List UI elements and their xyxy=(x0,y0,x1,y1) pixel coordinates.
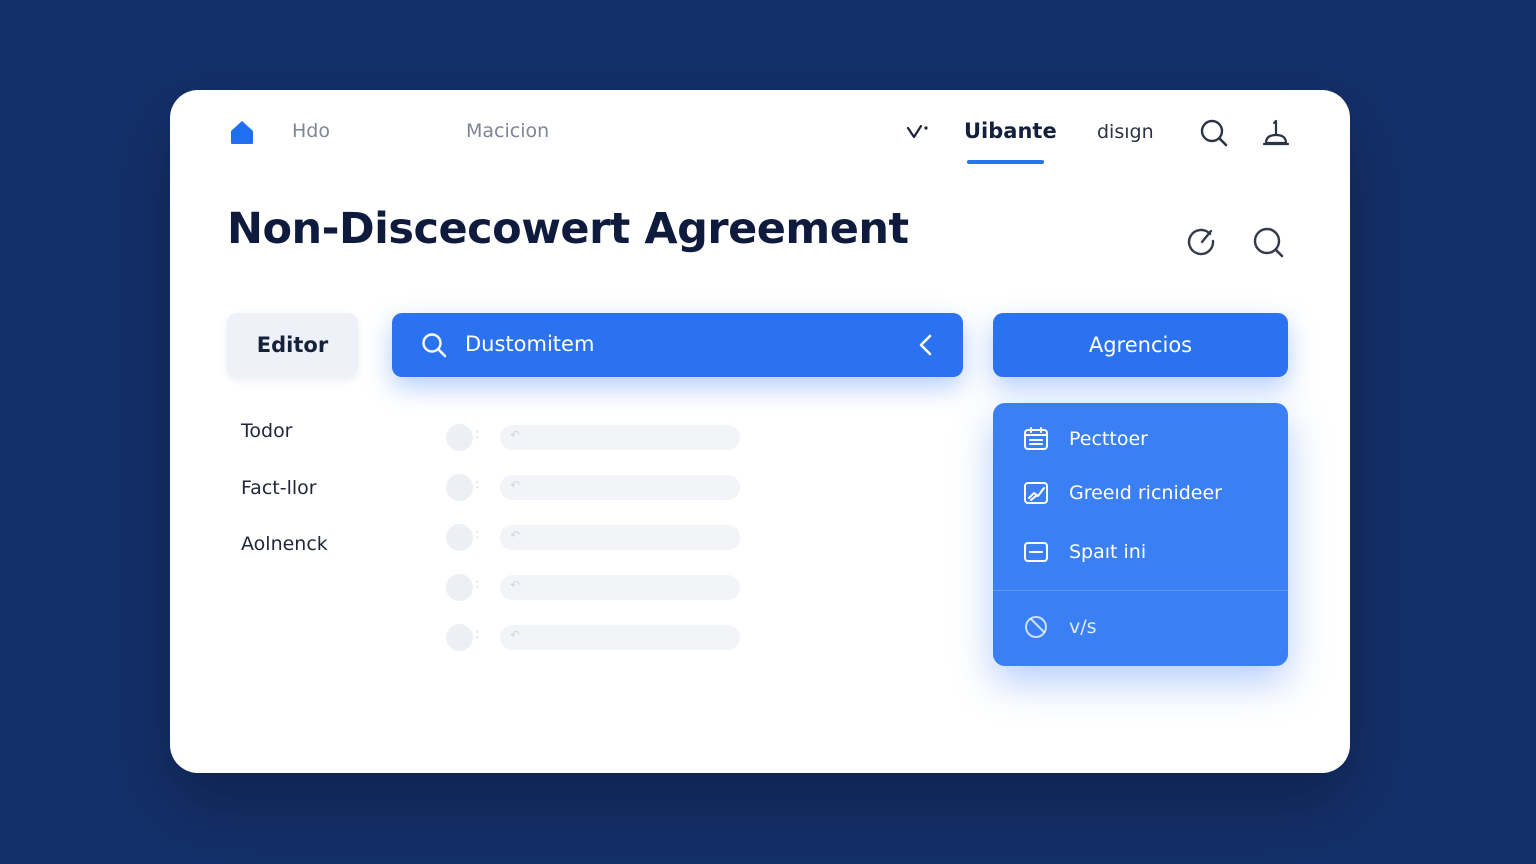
skeleton-bar xyxy=(500,625,740,650)
skeleton-row: : ↶ xyxy=(446,573,746,601)
skeleton-glyph-icon: ↶ xyxy=(510,528,521,542)
search-input[interactable]: Dustomitem xyxy=(465,332,594,356)
refresh-icon[interactable] xyxy=(1184,224,1218,258)
card-icon xyxy=(1021,537,1051,567)
skeleton-colon: : xyxy=(475,477,480,492)
user-icon[interactable] xyxy=(1260,117,1292,149)
menu-item-label: Pecttoer xyxy=(1069,428,1148,450)
skeleton-avatar xyxy=(446,574,473,601)
skeleton-colon: : xyxy=(475,627,480,642)
tab-uibante[interactable]: Uibante xyxy=(964,119,1057,143)
tab-design[interactable]: disıgn xyxy=(1097,121,1154,143)
menu-item-vs[interactable]: v/s xyxy=(1021,612,1097,642)
editor-button[interactable]: Editor xyxy=(227,313,358,377)
skeleton-bar xyxy=(500,475,740,500)
tag-icon xyxy=(1021,612,1051,642)
check-dropdown-icon[interactable] xyxy=(906,121,930,143)
skeleton-glyph-icon: ↶ xyxy=(510,628,521,642)
skeleton-glyph-icon: ↶ xyxy=(510,428,521,442)
agencios-button[interactable]: Agrencios xyxy=(993,313,1288,377)
main-window: Hdo Macicion Uibante disıgn Non-Discecow… xyxy=(170,90,1350,773)
list-item-aolnenck[interactable]: Aolnenck xyxy=(241,533,328,555)
skeleton-avatar xyxy=(446,424,473,451)
skeleton-colon: : xyxy=(475,577,480,592)
calendar-icon xyxy=(1021,424,1051,454)
menu-item-pecttoer[interactable]: Pecttoer xyxy=(1021,424,1148,454)
skeleton-bar xyxy=(500,575,740,600)
skeleton-bar xyxy=(500,525,740,550)
search-icon xyxy=(420,331,448,359)
list-item-todor[interactable]: Todor xyxy=(241,420,293,442)
skeleton-row: : ↶ xyxy=(446,523,746,551)
nav-link-macicion[interactable]: Macicion xyxy=(466,120,549,142)
menu-item-label: Greeıd ricnideer xyxy=(1069,482,1222,504)
nav-link-hdo[interactable]: Hdo xyxy=(292,120,330,142)
menu-item-label: v/s xyxy=(1069,616,1097,638)
chevron-left-icon[interactable] xyxy=(912,331,940,359)
menu-item-greeid-ricnideer[interactable]: Greeıd ricnideer xyxy=(1021,478,1222,508)
skeleton-glyph-icon: ↶ xyxy=(510,478,521,492)
skeleton-bar xyxy=(500,425,740,450)
search-bar[interactable]: Dustomitem xyxy=(392,313,963,377)
agencios-dropdown-menu: Pecttoer Greeıd ricnideer Spaıt ini v/s xyxy=(993,403,1288,666)
skeleton-avatar xyxy=(446,624,473,651)
menu-item-label: Spaıt ini xyxy=(1069,541,1147,563)
skeleton-row: : ↶ xyxy=(446,473,746,501)
chart-card-icon xyxy=(1021,478,1051,508)
skeleton-row: : ↶ xyxy=(446,623,746,651)
skeleton-glyph-icon: ↶ xyxy=(510,578,521,592)
page-title: Non-Discecowert Agreement xyxy=(227,204,909,254)
list-item-fact-llor[interactable]: Fact-llor xyxy=(241,477,317,499)
skeleton-avatar xyxy=(446,524,473,551)
skeleton-colon: : xyxy=(475,527,480,542)
search-icon[interactable] xyxy=(1198,117,1230,149)
skeleton-colon: : xyxy=(475,427,480,442)
menu-divider xyxy=(993,590,1288,591)
active-tab-indicator xyxy=(967,160,1044,164)
menu-item-spait-ini[interactable]: Spaıt ini xyxy=(1021,537,1146,567)
skeleton-avatar xyxy=(446,474,473,501)
chat-search-icon[interactable] xyxy=(1250,224,1286,260)
skeleton-row: : ↶ xyxy=(446,423,746,451)
home-icon[interactable] xyxy=(228,118,256,146)
